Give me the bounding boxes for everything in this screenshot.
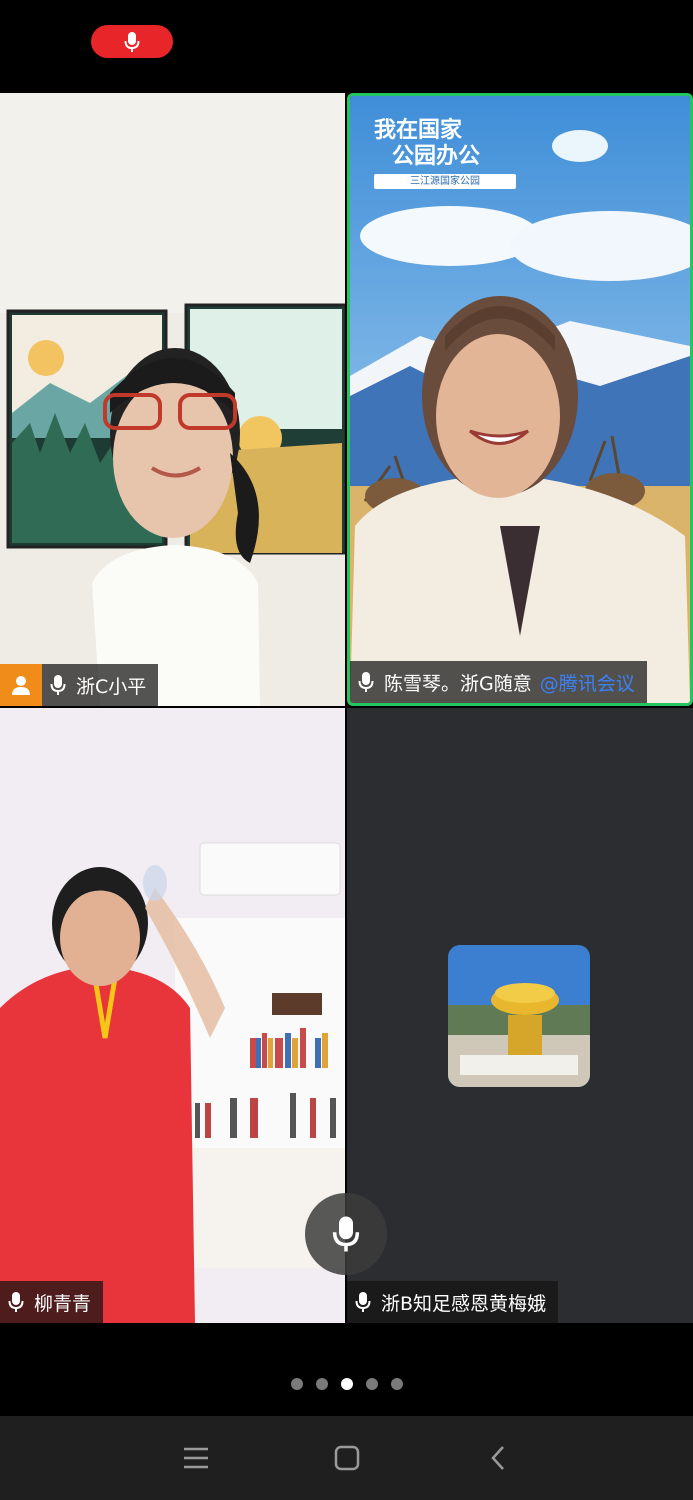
mic-icon bbox=[358, 671, 374, 693]
background-banner: 我在国家 公园办公 三江源国家公园 bbox=[374, 118, 524, 189]
page-dot[interactable] bbox=[365, 1378, 378, 1390]
floating-mic-button[interactable] bbox=[305, 1193, 387, 1275]
banner-title-line1: 我在国家 bbox=[374, 118, 463, 143]
participant-name-label: 柳青青 bbox=[0, 1281, 104, 1323]
mic-icon bbox=[124, 31, 140, 52]
recents-button[interactable] bbox=[166, 1428, 226, 1488]
participant-name-label: 陈雪琴。浙G随意 @腾讯会议 bbox=[350, 661, 647, 703]
avatar bbox=[448, 945, 590, 1087]
mic-icon bbox=[355, 1291, 371, 1313]
system-nav-bar bbox=[0, 1416, 693, 1500]
participant-video bbox=[0, 708, 345, 1323]
video-grid: 浙C小平 我在国家 公园办公 三江源国家公园 陈雪琴。浙G随意 @腾讯会议 柳青… bbox=[0, 93, 693, 1323]
participant-tile[interactable]: 浙C小平 bbox=[0, 93, 345, 706]
page-dot[interactable] bbox=[290, 1378, 303, 1390]
mic-icon bbox=[332, 1216, 360, 1252]
participant-tile-video-off[interactable]: 浙B知足感恩黄梅娥 bbox=[347, 708, 693, 1323]
participant-tile[interactable]: 柳青青 bbox=[0, 708, 345, 1323]
participant-name: 浙C小平 bbox=[76, 675, 147, 698]
participant-name-label: 浙B知足感恩黄梅娥 bbox=[347, 1281, 559, 1323]
recents-icon bbox=[183, 1447, 208, 1469]
participant-tile-active-speaker[interactable]: 我在国家 公园办公 三江源国家公园 陈雪琴。浙G随意 @腾讯会议 bbox=[347, 93, 693, 706]
host-badge-icon bbox=[0, 664, 42, 706]
home-button[interactable] bbox=[317, 1428, 377, 1488]
mic-icon bbox=[8, 1291, 24, 1313]
brand-tag: @腾讯会议 bbox=[539, 672, 635, 695]
page-dot-active[interactable] bbox=[340, 1378, 353, 1390]
home-icon bbox=[334, 1445, 359, 1471]
page-dot[interactable] bbox=[315, 1378, 328, 1390]
banner-subtitle: 三江源国家公园 bbox=[374, 174, 516, 189]
page-dot[interactable] bbox=[390, 1378, 403, 1390]
participant-name: 陈雪琴。浙G随意 bbox=[384, 672, 532, 695]
participant-name: 柳青青 bbox=[34, 1292, 92, 1315]
back-button[interactable] bbox=[468, 1428, 528, 1488]
banner-title-line2: 公园办公 bbox=[392, 144, 481, 169]
page-indicator bbox=[0, 1378, 693, 1390]
back-icon bbox=[490, 1446, 504, 1470]
top-bar bbox=[0, 0, 693, 93]
participant-name: 浙B知足感恩黄梅娥 bbox=[381, 1292, 547, 1315]
mic-icon bbox=[50, 674, 66, 696]
speaking-indicator-button[interactable] bbox=[91, 25, 173, 58]
participant-name-label: 浙C小平 bbox=[42, 664, 159, 706]
participant-video bbox=[0, 93, 345, 706]
